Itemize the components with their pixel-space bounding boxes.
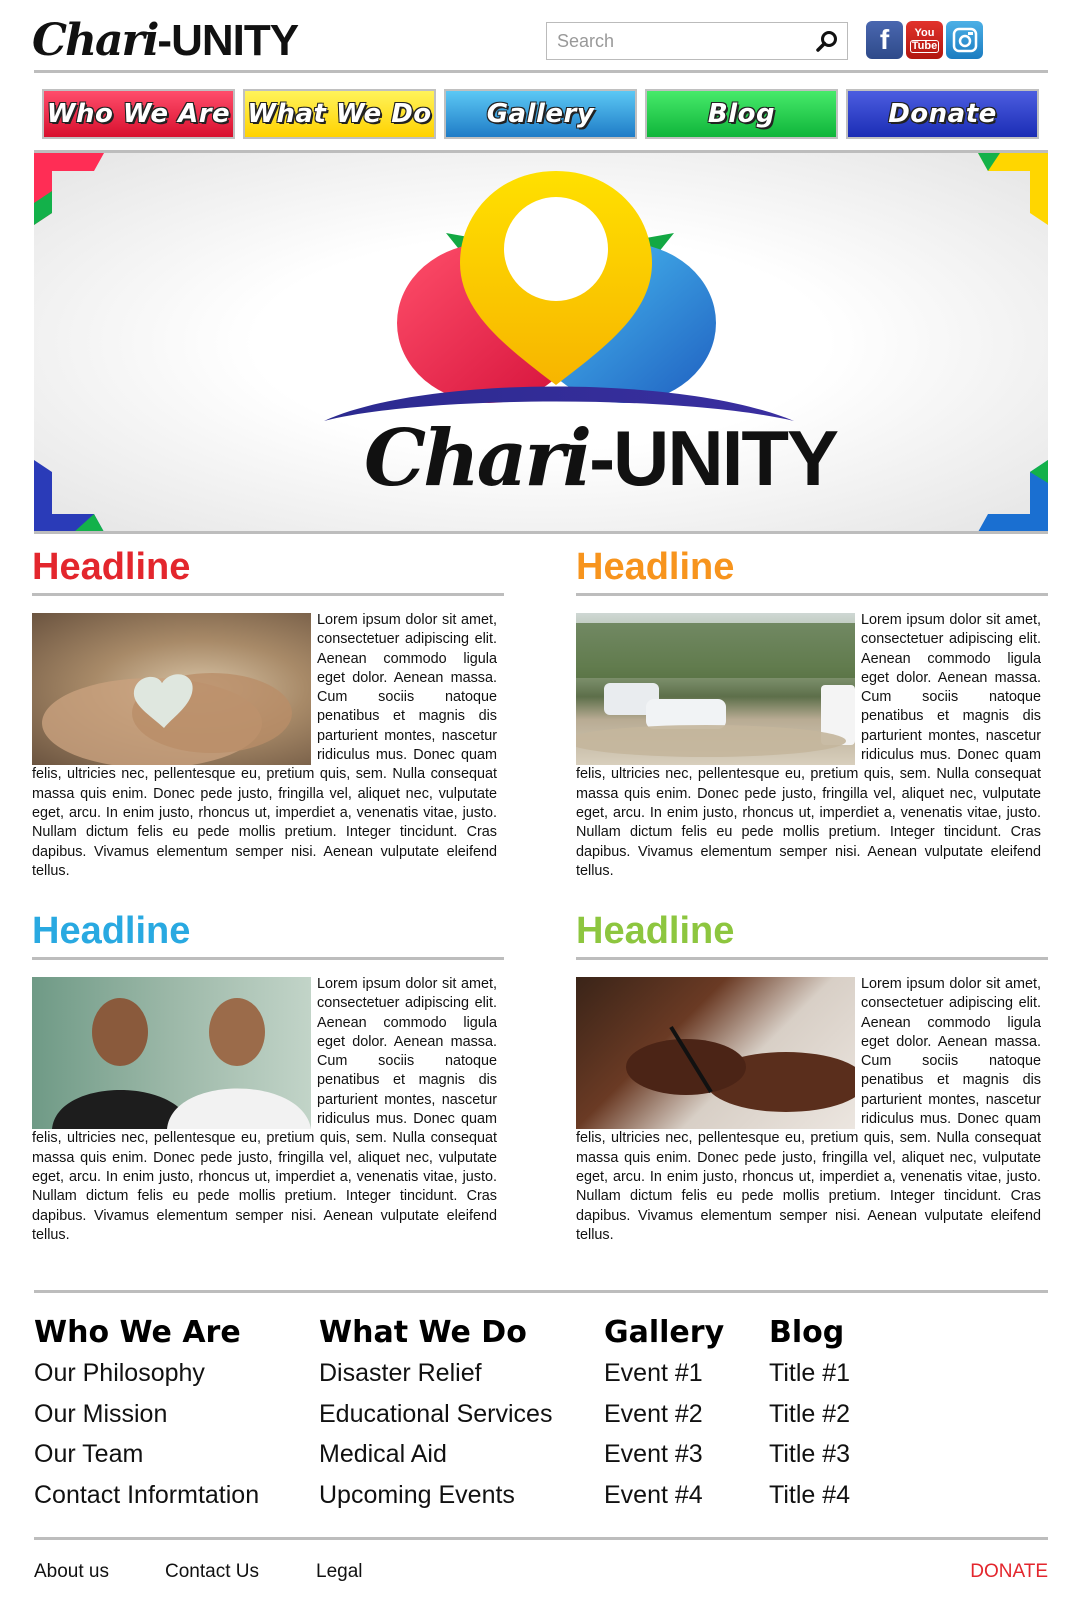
footer-link[interactable]: Title #1 [769,1353,850,1394]
flooded-street-photo[interactable] [576,613,855,765]
article-body: Lorem ipsum dolor sit amet, consectetuer… [32,611,497,881]
footer-column-who-we-are: Who We Are Our Philosophy Our Mission Ou… [34,1313,259,1515]
nav-donate[interactable]: Donate [846,89,1039,139]
logo-script-text: Chari [32,15,159,66]
corner-top-left [34,153,104,225]
site-logo[interactable]: Chari-UNITY [32,14,299,68]
hands-heart-photo[interactable] [32,613,311,765]
logo-bold-text: UNITY [171,16,299,65]
footer-divider [34,1290,1048,1293]
nav-blog[interactable]: Blog [645,89,838,139]
camera-glyph [952,27,977,53]
footer-link[interactable]: Event #4 [604,1475,724,1516]
logo-dash: - [157,16,172,65]
article-headline[interactable]: Headline [576,545,1048,589]
youtube-glyph-bottom: Tube [909,39,940,53]
footer-link[interactable]: Our Philosophy [34,1353,259,1394]
article-card: Headline Lorem ipsum dolor sit amet, con… [576,909,1048,1245]
corner-bottom-left [34,460,104,532]
corner-top-right [978,153,1048,225]
nav-what-we-do[interactable]: What We Do [243,89,436,139]
contact-us-link[interactable]: Contact Us [165,1558,259,1586]
footer-link[interactable]: Event #3 [604,1434,724,1475]
footer-heading[interactable]: Blog [769,1313,850,1353]
footer-link[interactable]: Title #4 [769,1475,850,1516]
nav-who-we-are[interactable]: Who We Are [42,89,235,139]
footer-link[interactable]: Disaster Relief [319,1353,552,1394]
article-body: Lorem ipsum dolor sit amet, consectetuer… [32,975,497,1245]
facebook-icon[interactable]: f [866,21,903,59]
article-headline[interactable]: Headline [576,909,1048,953]
search-bar [546,22,848,60]
instagram-icon[interactable] [946,21,983,59]
footer-link[interactable]: Contact Informtation [34,1475,259,1516]
two-people-glyph [52,998,311,1129]
hero-logo-script: Chari [364,413,592,504]
hands-writing-photo[interactable] [576,977,855,1129]
footer-column-blog: Blog Title #1 Title #2 Title #3 Title #4 [769,1313,850,1515]
headline-rule [32,593,504,596]
hands-heart-glyph [42,673,292,765]
magnifier-icon[interactable] [815,29,839,53]
footer-link[interactable]: Title #2 [769,1394,850,1435]
donate-link[interactable]: DONATE [970,1558,1048,1586]
headline-rule [576,957,1048,960]
article-card: Headline Lorem ipsum dolor sit amet, con… [32,909,504,1245]
article-card: Headline Lorem ipsum dolor sit amet, con… [576,545,1048,881]
header-divider [34,70,1048,73]
corner-bottom-right [978,460,1048,532]
article-card: Headline Lorem ipsum dolor sit amet, con… [32,545,504,881]
youtube-glyph-top: You [914,26,935,39]
footer-link[interactable]: Medical Aid [319,1434,552,1475]
search-input[interactable] [547,23,797,59]
hero-logo-text: Chari-UNITY [364,413,839,504]
legal-link[interactable]: Legal [316,1558,363,1586]
article-headline[interactable]: Headline [32,909,504,953]
two-people-photo[interactable] [32,977,311,1129]
footer-column-what-we-do: What We Do Disaster Relief Educational S… [319,1313,552,1515]
article-headline[interactable]: Headline [32,545,504,589]
hands-writing-glyph [626,1025,855,1112]
footer-heading[interactable]: What We Do [319,1313,552,1353]
nav-gallery[interactable]: Gallery [444,89,637,139]
footer-heading[interactable]: Who We Are [34,1313,259,1353]
headline-rule [32,957,504,960]
footer-link[interactable]: Event #2 [604,1394,724,1435]
headline-rule [576,593,1048,596]
hero-logo-bold: UNITY [613,414,839,502]
article-body: Lorem ipsum dolor sit amet, consectetuer… [576,611,1041,881]
footer-column-gallery: Gallery Event #1 Event #2 Event #3 Event… [604,1313,724,1515]
footer-link[interactable]: Our Team [34,1434,259,1475]
bottom-divider [34,1537,1048,1540]
article-body: Lorem ipsum dolor sit amet, consectetuer… [576,975,1041,1245]
youtube-icon[interactable]: You Tube [906,21,943,59]
about-us-link[interactable]: About us [34,1558,109,1586]
footer-heading[interactable]: Gallery [604,1313,724,1353]
hero-divider [34,531,1048,534]
footer-link[interactable]: Our Mission [34,1394,259,1435]
hero-banner: Chari-UNITY [34,153,1048,532]
hero-logo-dash: - [589,414,615,502]
footer-link[interactable]: Educational Services [319,1394,552,1435]
footer-link[interactable]: Upcoming Events [319,1475,552,1516]
facebook-glyph: f [879,24,890,55]
footer-link[interactable]: Title #3 [769,1434,850,1475]
flood-scene-glyph [576,623,855,757]
footer-link[interactable]: Event #1 [604,1353,724,1394]
